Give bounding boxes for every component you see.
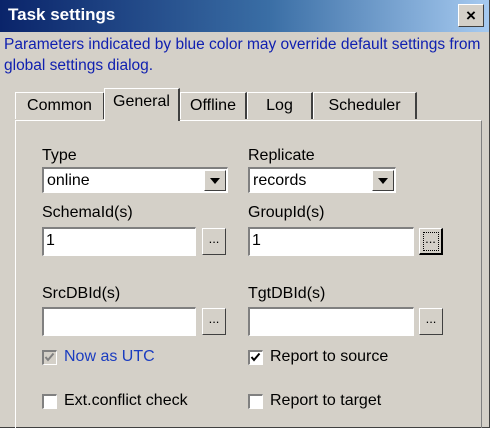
group-ids-label: GroupId(s) (248, 204, 325, 221)
type-value: online (47, 172, 90, 189)
report-to-target-checkbox[interactable] (248, 394, 263, 409)
title-bar[interactable]: Task settings × (0, 0, 489, 32)
report-to-target-label: Report to target (270, 392, 382, 409)
schema-ids-label: SchemaId(s) (42, 204, 133, 221)
chevron-down-icon[interactable] (372, 170, 394, 191)
tgt-db-ids-input[interactable] (248, 307, 414, 336)
group-ids-browse-button[interactable]: ... (419, 228, 443, 255)
tab-offline[interactable]: Offline (180, 92, 247, 119)
now-as-utc-checkbox[interactable] (42, 350, 57, 365)
tab-general[interactable]: General (104, 88, 180, 121)
tab-log[interactable]: Log (247, 92, 313, 119)
dialog-title: Task settings (8, 5, 116, 24)
chevron-down-icon[interactable] (204, 170, 226, 191)
now-as-utc-label: Now as UTC (64, 348, 155, 365)
general-tab-panel: Type online Replicate records SchemaId(s… (15, 120, 482, 428)
tab-common[interactable]: Common (15, 92, 105, 119)
tgt-db-ids-browse-button[interactable]: ... (419, 308, 443, 335)
tab-scheduler[interactable]: Scheduler (313, 92, 417, 119)
type-select[interactable]: online (42, 167, 228, 193)
checkmark-icon (44, 352, 55, 362)
replicate-value: records (253, 172, 307, 189)
checkmark-icon (250, 352, 261, 362)
tgt-db-ids-label: TgtDBId(s) (248, 285, 326, 302)
ext-conflict-check-label: Ext.conflict check (64, 392, 188, 409)
close-button[interactable]: × (458, 4, 484, 27)
override-notice: Parameters indicated by blue color may o… (4, 36, 481, 74)
src-db-ids-browse-button[interactable]: ... (202, 308, 226, 335)
schema-ids-input[interactable]: 1 (42, 227, 196, 256)
report-to-source-checkbox[interactable] (248, 350, 263, 365)
ext-conflict-check-checkbox[interactable] (42, 394, 57, 409)
schema-ids-browse-button[interactable]: ... (202, 228, 226, 255)
type-label: Type (42, 147, 77, 164)
src-db-ids-input[interactable] (42, 307, 196, 336)
replicate-select[interactable]: records (248, 167, 396, 193)
close-icon: × (466, 6, 476, 25)
src-db-ids-label: SrcDBId(s) (42, 285, 121, 302)
group-ids-input[interactable]: 1 (248, 227, 414, 256)
report-to-source-label: Report to source (270, 348, 389, 365)
task-settings-dialog: Task settings × Parameters indicated by … (0, 0, 490, 428)
replicate-label: Replicate (248, 147, 315, 164)
